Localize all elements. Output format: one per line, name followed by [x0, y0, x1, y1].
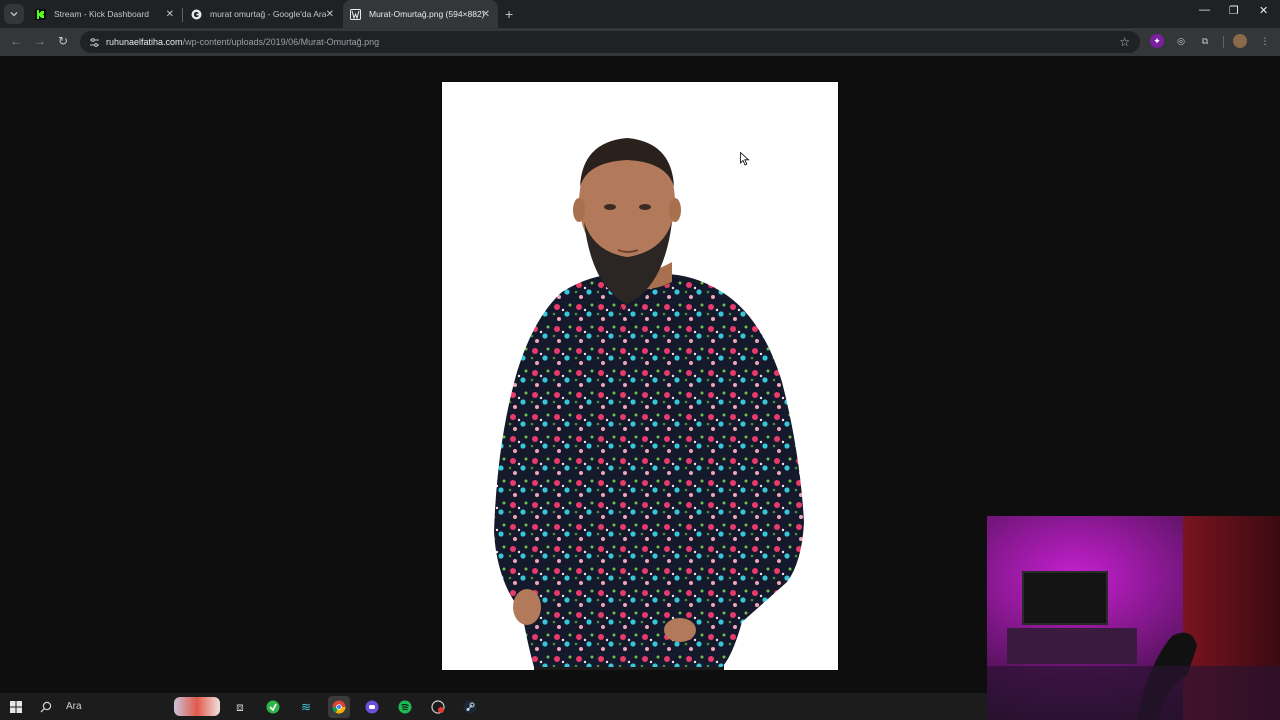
search-label: Ara — [66, 701, 82, 712]
url-domain: ruhunaelfatiha.com — [106, 37, 183, 47]
address-bar[interactable]: ruhunaelfatiha.com/wp-content/uploads/20… — [80, 31, 1140, 53]
window-close-icon[interactable]: ✕ — [1259, 4, 1268, 17]
search-icon — [40, 701, 52, 712]
task-view-icon[interactable]: ⧈ — [229, 696, 251, 718]
menu-kebab-icon[interactable]: ⋮ — [1258, 34, 1272, 48]
app-green-icon[interactable] — [262, 696, 284, 718]
steam-icon[interactable] — [459, 696, 481, 718]
site-info-icon[interactable] — [88, 36, 100, 48]
spotify-icon[interactable] — [394, 696, 416, 718]
reload-icon[interactable]: ↻ — [58, 34, 68, 48]
taskbar-search[interactable]: Ara — [32, 695, 222, 718]
tab-title: Stream - Kick Dashboard — [54, 9, 149, 19]
toolbar-divider — [1223, 36, 1224, 48]
forward-icon[interactable]: → — [34, 34, 46, 48]
app-cyan-icon[interactable]: ≋ — [295, 696, 317, 718]
extension-purple-icon[interactable]: ✦ — [1150, 34, 1164, 48]
tab-search-button[interactable] — [4, 4, 24, 24]
start-windows-icon[interactable] — [5, 696, 27, 718]
search-highlight-image — [174, 697, 220, 716]
image-icon — [349, 8, 361, 20]
bookmark-star-icon[interactable]: ☆ — [1119, 35, 1130, 49]
tab-title: Murat-Omurtağ.png (594×882) — [369, 9, 485, 19]
chevron-down-icon — [10, 12, 18, 17]
kick-icon — [34, 8, 46, 20]
tab-strip: Stream - Kick Dashboard ✕ murat omurtağ … — [0, 0, 1280, 28]
windows-taskbar: Ara ⧈ ≋ — [0, 693, 987, 720]
url-text[interactable]: ruhunaelfatiha.com/wp-content/uploads/20… — [106, 37, 379, 47]
new-tab-button[interactable]: + — [505, 6, 513, 22]
close-icon[interactable]: ✕ — [326, 9, 334, 20]
profile-avatar[interactable] — [1233, 34, 1247, 48]
chrome-icon[interactable] — [328, 696, 350, 718]
back-icon[interactable]: ← — [10, 34, 22, 48]
tab-google-search[interactable]: murat omurtağ - Google'da Ara ✕ — [186, 0, 342, 28]
tab-title: murat omurtağ - Google'da Ara — [210, 9, 327, 19]
tab-kick-dashboard[interactable]: Stream - Kick Dashboard ✕ — [28, 0, 182, 28]
restore-icon[interactable]: ❐ — [1229, 4, 1239, 17]
portrait-image[interactable] — [442, 82, 838, 670]
tab-divider — [182, 8, 183, 22]
browser-toolbar: ← → ↻ ruhunaelfatiha.com/wp-content/uplo… — [0, 28, 1280, 56]
url-path: /wp-content/uploads/2019/06/Murat-Omurta… — [182, 37, 380, 47]
close-icon[interactable]: ✕ — [482, 9, 490, 20]
app-red-icon[interactable] — [427, 696, 449, 718]
app-purple-icon[interactable] — [361, 696, 383, 718]
extension-glasses-icon[interactable]: ◎ — [1174, 34, 1188, 48]
minimize-icon[interactable]: — — [1199, 4, 1210, 16]
google-icon — [190, 8, 202, 20]
extensions-puzzle-icon[interactable]: ⧉ — [1198, 34, 1212, 48]
mouse-cursor-icon — [740, 152, 750, 166]
tab-image-active[interactable]: Murat-Omurtağ.png (594×882) ✕ — [343, 0, 498, 28]
close-icon[interactable]: ✕ — [166, 9, 174, 20]
webcam-overlay — [987, 516, 1280, 720]
